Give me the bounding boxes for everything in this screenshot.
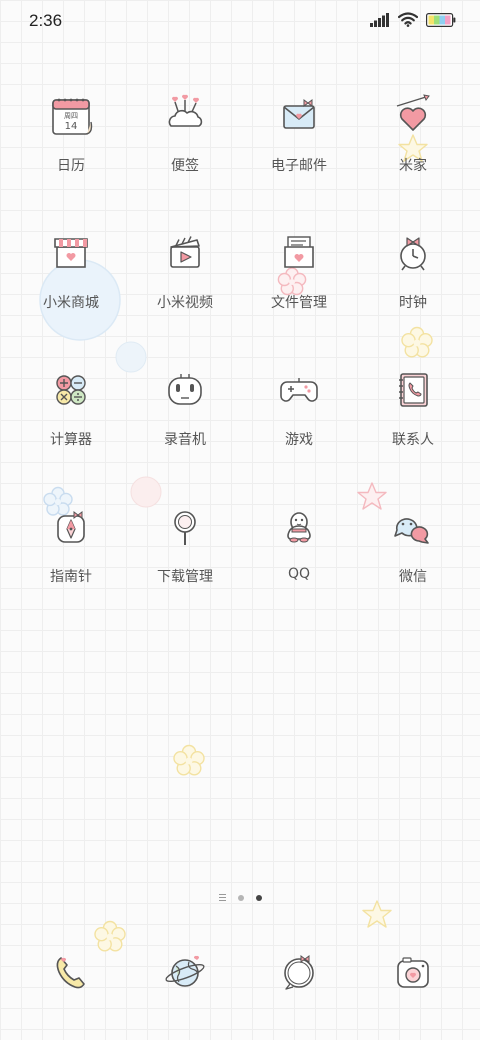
dock-browser[interactable] xyxy=(128,946,242,998)
app-wechat[interactable]: 微信 xyxy=(356,501,470,638)
app-label: 下载管理 xyxy=(157,569,213,585)
phone-icon xyxy=(45,946,97,998)
app-label: 指南针 xyxy=(50,569,92,585)
app-compass[interactable]: 指南针 xyxy=(14,501,128,638)
status-bar: 2:36 xyxy=(0,0,480,44)
app-label: 联系人 xyxy=(392,432,434,448)
app-calculator[interactable]: 计算器 xyxy=(14,364,128,501)
camera-icon xyxy=(387,946,439,998)
calculator-icon xyxy=(45,364,97,416)
mijia-icon xyxy=(387,90,439,142)
app-mi-video[interactable]: 小米视频 xyxy=(128,227,242,364)
qq-icon xyxy=(273,501,325,553)
dock xyxy=(14,946,470,998)
recorder-icon xyxy=(159,364,211,416)
app-label: 小米商城 xyxy=(43,295,99,311)
app-email[interactable]: 电子邮件 xyxy=(242,90,356,227)
app-label: 电子邮件 xyxy=(271,158,327,174)
page-indicator[interactable] xyxy=(0,894,480,901)
wechat-icon xyxy=(387,501,439,553)
page-indicator-menu[interactable] xyxy=(218,894,226,901)
messages-icon xyxy=(273,946,325,998)
page-dot[interactable] xyxy=(237,894,244,901)
contacts-icon xyxy=(387,364,439,416)
notes-icon xyxy=(159,90,211,142)
calendar-day: 14 xyxy=(65,121,78,132)
app-label: 小米视频 xyxy=(157,295,213,311)
app-label: 时钟 xyxy=(399,295,427,311)
app-grid: 周四 14 日历 便签 电子邮件 米家 小米商城 小米视频 文件管理 时钟 计算… xyxy=(14,90,470,638)
app-file-manager[interactable]: 文件管理 xyxy=(242,227,356,364)
dock-messages[interactable] xyxy=(242,946,356,998)
page-dot-active[interactable] xyxy=(255,894,262,901)
signal-icon xyxy=(370,12,389,27)
star-decoration xyxy=(362,900,392,928)
dock-camera[interactable] xyxy=(356,946,470,998)
app-qq[interactable]: QQ xyxy=(242,501,356,638)
clock-icon xyxy=(387,227,439,279)
video-icon xyxy=(159,227,211,279)
app-mijia[interactable]: 米家 xyxy=(356,90,470,227)
app-contacts[interactable]: 联系人 xyxy=(356,364,470,501)
app-label: 微信 xyxy=(399,569,427,585)
app-label: 米家 xyxy=(399,158,427,174)
calendar-icon: 周四 14 xyxy=(45,90,97,142)
download-icon xyxy=(159,501,211,553)
app-label: 游戏 xyxy=(285,432,313,448)
status-icons xyxy=(370,12,456,27)
battery-icon xyxy=(426,12,456,27)
app-download-manager[interactable]: 下载管理 xyxy=(128,501,242,638)
app-clock[interactable]: 时钟 xyxy=(356,227,470,364)
app-label: 录音机 xyxy=(164,432,206,448)
dock-phone[interactable] xyxy=(14,946,128,998)
app-calendar[interactable]: 周四 14 日历 xyxy=(14,90,128,227)
app-notes[interactable]: 便签 xyxy=(128,90,242,227)
file-manager-icon xyxy=(273,227,325,279)
app-label: QQ xyxy=(287,566,311,582)
compass-icon xyxy=(45,501,97,553)
email-icon xyxy=(273,90,325,142)
gamepad-icon xyxy=(273,364,325,416)
app-label: 计算器 xyxy=(50,432,92,448)
flower-decoration xyxy=(173,744,205,776)
app-game[interactable]: 游戏 xyxy=(242,364,356,501)
calendar-weekday: 周四 xyxy=(64,112,78,120)
app-label: 便签 xyxy=(171,158,199,174)
wifi-icon xyxy=(398,12,418,27)
app-mi-store[interactable]: 小米商城 xyxy=(14,227,128,364)
app-label: 文件管理 xyxy=(271,295,327,311)
shop-icon xyxy=(45,227,97,279)
app-label: 日历 xyxy=(57,158,85,174)
app-recorder[interactable]: 录音机 xyxy=(128,364,242,501)
status-time: 2:36 xyxy=(29,11,63,30)
browser-icon xyxy=(159,946,211,998)
